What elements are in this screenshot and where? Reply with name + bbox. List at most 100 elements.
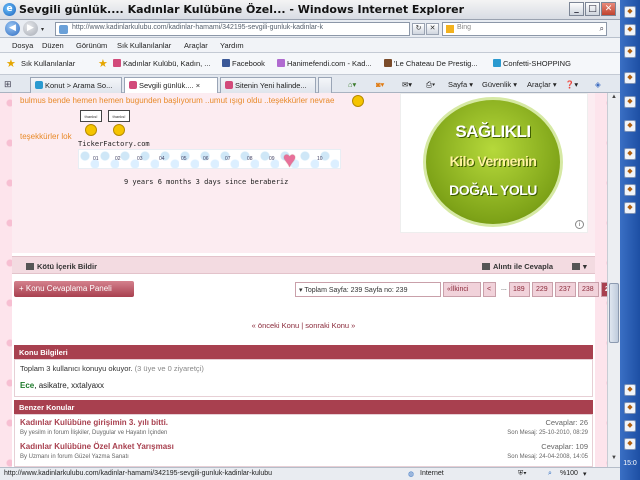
user-link[interactable]: asikatre bbox=[39, 381, 67, 390]
close-button[interactable]: ✕ bbox=[601, 2, 616, 16]
tab-sitenin-yeni[interactable]: Sitenin Yeni halinde... bbox=[220, 77, 316, 93]
menu-favorites[interactable]: Sık Kullanılanlar bbox=[117, 41, 171, 50]
print-icon[interactable]: ⎙▾ bbox=[426, 80, 435, 90]
tray-icon[interactable]: ◆ bbox=[624, 402, 636, 414]
similar-thread-link[interactable]: Kadınlar Kulübüne girişimin 3. yılı bitt… bbox=[20, 418, 168, 427]
user-link[interactable]: Ece bbox=[20, 381, 34, 390]
desktop-icon[interactable]: ◆ bbox=[624, 148, 636, 160]
tab-favicon bbox=[35, 81, 43, 89]
sign-text: thanks! bbox=[80, 110, 102, 122]
vertical-scrollbar[interactable]: ▲ ▼ bbox=[607, 93, 620, 467]
thread-info-header: Konu Bilgileri bbox=[14, 345, 593, 359]
fav-link-facebook[interactable]: Facebook bbox=[222, 59, 265, 68]
tools-menu[interactable]: Araçlar ▾ bbox=[527, 80, 557, 89]
tab-konut[interactable]: Konut > Arama So... bbox=[30, 77, 122, 93]
tab-sevgili-gunluk[interactable]: Sevgili günlük.... × bbox=[124, 77, 218, 93]
minimize-button[interactable]: _ bbox=[569, 2, 584, 16]
scroll-down-icon[interactable]: ▼ bbox=[609, 455, 619, 465]
prev-page-link[interactable]: < bbox=[483, 282, 496, 297]
mail-icon[interactable]: ✉▾ bbox=[402, 80, 412, 89]
similar-thread-row: Kadınlar Kulübüne Özel Anket Yarışması B… bbox=[20, 442, 588, 464]
desktop-icon[interactable]: ◆ bbox=[624, 120, 636, 132]
search-icon[interactable]: ⌕ bbox=[600, 24, 604, 34]
quick-tabs-icon[interactable]: ⊞ bbox=[4, 79, 12, 90]
desktop-icon[interactable]: ◆ bbox=[624, 24, 636, 36]
menu-help[interactable]: Yardım bbox=[220, 41, 244, 50]
similar-thread-row: Kadınlar Kulübüne girişimin 3. yılı bitt… bbox=[20, 418, 588, 440]
report-post-button[interactable]: Kötü İçerik Bildir bbox=[26, 262, 97, 271]
new-tab-button[interactable] bbox=[318, 77, 332, 93]
favorites-button[interactable]: Sık Kullanılanlar bbox=[21, 59, 75, 68]
favorites-star-icon[interactable]: ★ bbox=[6, 57, 16, 70]
reader-list: Ece, asikatre, xxtalyaxx bbox=[20, 381, 105, 390]
first-page-link[interactable]: «İlkinci bbox=[443, 282, 481, 297]
stop-icon[interactable]: ✕ bbox=[426, 23, 439, 35]
fav-link-confetti[interactable]: Confetti-SHOPPING bbox=[493, 59, 571, 68]
fav-link-hanimefendi[interactable]: Hanimefendi.com - Kad... bbox=[277, 59, 372, 68]
reply-count: Cevaplar: 26 bbox=[545, 418, 588, 427]
page-link[interactable]: 189 bbox=[509, 282, 530, 297]
forward-button[interactable]: ▶ bbox=[23, 21, 38, 36]
menu-file[interactable]: Dosya bbox=[12, 41, 33, 50]
desktop-icon[interactable]: ◆ bbox=[624, 72, 636, 84]
pager-ellipsis: ... bbox=[501, 285, 507, 292]
desktop-icon[interactable]: ◆ bbox=[624, 166, 636, 178]
page-menu[interactable]: Sayfa ▾ bbox=[448, 80, 473, 89]
smiley-face-icon bbox=[113, 124, 125, 136]
ad-info-icon[interactable]: i bbox=[575, 220, 584, 229]
protected-mode-icon[interactable]: ⛨▾ bbox=[518, 470, 527, 478]
ticker-number: 10 bbox=[317, 156, 323, 162]
page-link[interactable]: 229 bbox=[532, 282, 553, 297]
scroll-up-icon[interactable]: ▲ bbox=[609, 94, 619, 104]
search-placeholder: Bing bbox=[457, 24, 472, 31]
page-link[interactable]: 238 bbox=[578, 282, 599, 297]
scroll-thumb[interactable] bbox=[609, 283, 619, 343]
page-link[interactable]: 237 bbox=[555, 282, 576, 297]
post-footer: Kötü İçerik Bildir Alıntı ile Cevapla ▾ bbox=[12, 256, 595, 274]
feeds-icon[interactable]: ◙▾ bbox=[376, 80, 384, 89]
home-icon[interactable]: ⌂▾ bbox=[348, 80, 356, 89]
menu-edit[interactable]: Düzen bbox=[42, 41, 64, 50]
user-link[interactable]: xxtalyaxx bbox=[71, 381, 104, 390]
desktop-icon[interactable]: ◆ bbox=[624, 202, 636, 214]
tray-icon[interactable]: ◆ bbox=[624, 420, 636, 432]
research-icon[interactable]: ◈ bbox=[595, 80, 601, 89]
desktop-icon[interactable]: ◆ bbox=[624, 184, 636, 196]
desktop-icon[interactable]: ◆ bbox=[624, 96, 636, 108]
safety-menu[interactable]: Güvenlik ▾ bbox=[482, 80, 517, 89]
fav-link-chateau[interactable]: 'Le Chateau De Prestig... bbox=[384, 59, 478, 68]
desktop-icon[interactable]: ◆ bbox=[624, 46, 636, 58]
page-summary[interactable]: ▾ Toplam Sayfa: 239 Sayfa no: 239 bbox=[295, 282, 441, 297]
recent-pages-chevron-icon[interactable]: ▾ bbox=[41, 26, 44, 33]
desktop-icon[interactable]: ◆ bbox=[624, 6, 636, 18]
smiley-icon bbox=[352, 95, 364, 107]
post-menu-button[interactable]: ▾ bbox=[572, 262, 587, 271]
maximize-button[interactable]: □ bbox=[585, 2, 600, 16]
tray-icon[interactable]: ◆ bbox=[624, 384, 636, 396]
help-menu[interactable]: ❓▾ bbox=[565, 80, 578, 89]
tray-icon[interactable]: ◆ bbox=[624, 438, 636, 450]
users-reading: Toplam 3 kullanıcı konuyu okuyor. (3 üye… bbox=[20, 364, 204, 373]
zoom-chevron-icon[interactable]: ▾ bbox=[583, 470, 587, 478]
favorites-bar: ★ Sık Kullanılanlar ★ Kadınlar Kulübü, K… bbox=[0, 53, 620, 75]
kadinlar-site-icon bbox=[113, 59, 121, 67]
url-input[interactable]: http://www.kadinlarkulubu.com/kadinlar-h… bbox=[55, 22, 410, 36]
refresh-icon[interactable]: ↻ bbox=[412, 23, 425, 35]
quote-reply-button[interactable]: Alıntı ile Cevapla bbox=[482, 262, 553, 271]
advertisement-banner[interactable]: SAĞLIKLI Kilo Vermenin DOĞAL YOLU i bbox=[400, 93, 588, 233]
menu-tools[interactable]: Araçlar bbox=[184, 41, 208, 50]
back-button[interactable]: ◀ bbox=[5, 21, 20, 36]
comment-icon bbox=[572, 263, 580, 270]
zoom-level[interactable]: %100 bbox=[560, 470, 578, 477]
status-bar: http://www.kadinlarkulubu.com/kadinlar-h… bbox=[0, 467, 620, 480]
quote-icon bbox=[482, 263, 490, 270]
similar-thread-link[interactable]: Kadınlar Kulübüne Özel Anket Yarışması bbox=[20, 442, 174, 451]
ticker-number: 07 bbox=[225, 156, 231, 162]
thread-navigation[interactable]: « önceki Konu | sonraki Konu » bbox=[12, 321, 595, 330]
fav-link-kadinlar[interactable]: Kadınlar Kulübü, Kadın, ... bbox=[113, 59, 211, 68]
reply-panel-button[interactable]: + Konu Cevaplama Paneli bbox=[14, 281, 134, 297]
status-url: http://www.kadinlarkulubu.com/kadinlar-h… bbox=[4, 470, 273, 477]
add-favorite-icon[interactable]: ★ bbox=[98, 57, 108, 70]
menu-view[interactable]: Görünüm bbox=[76, 41, 107, 50]
search-input[interactable]: Bing ⌕ bbox=[442, 22, 607, 36]
